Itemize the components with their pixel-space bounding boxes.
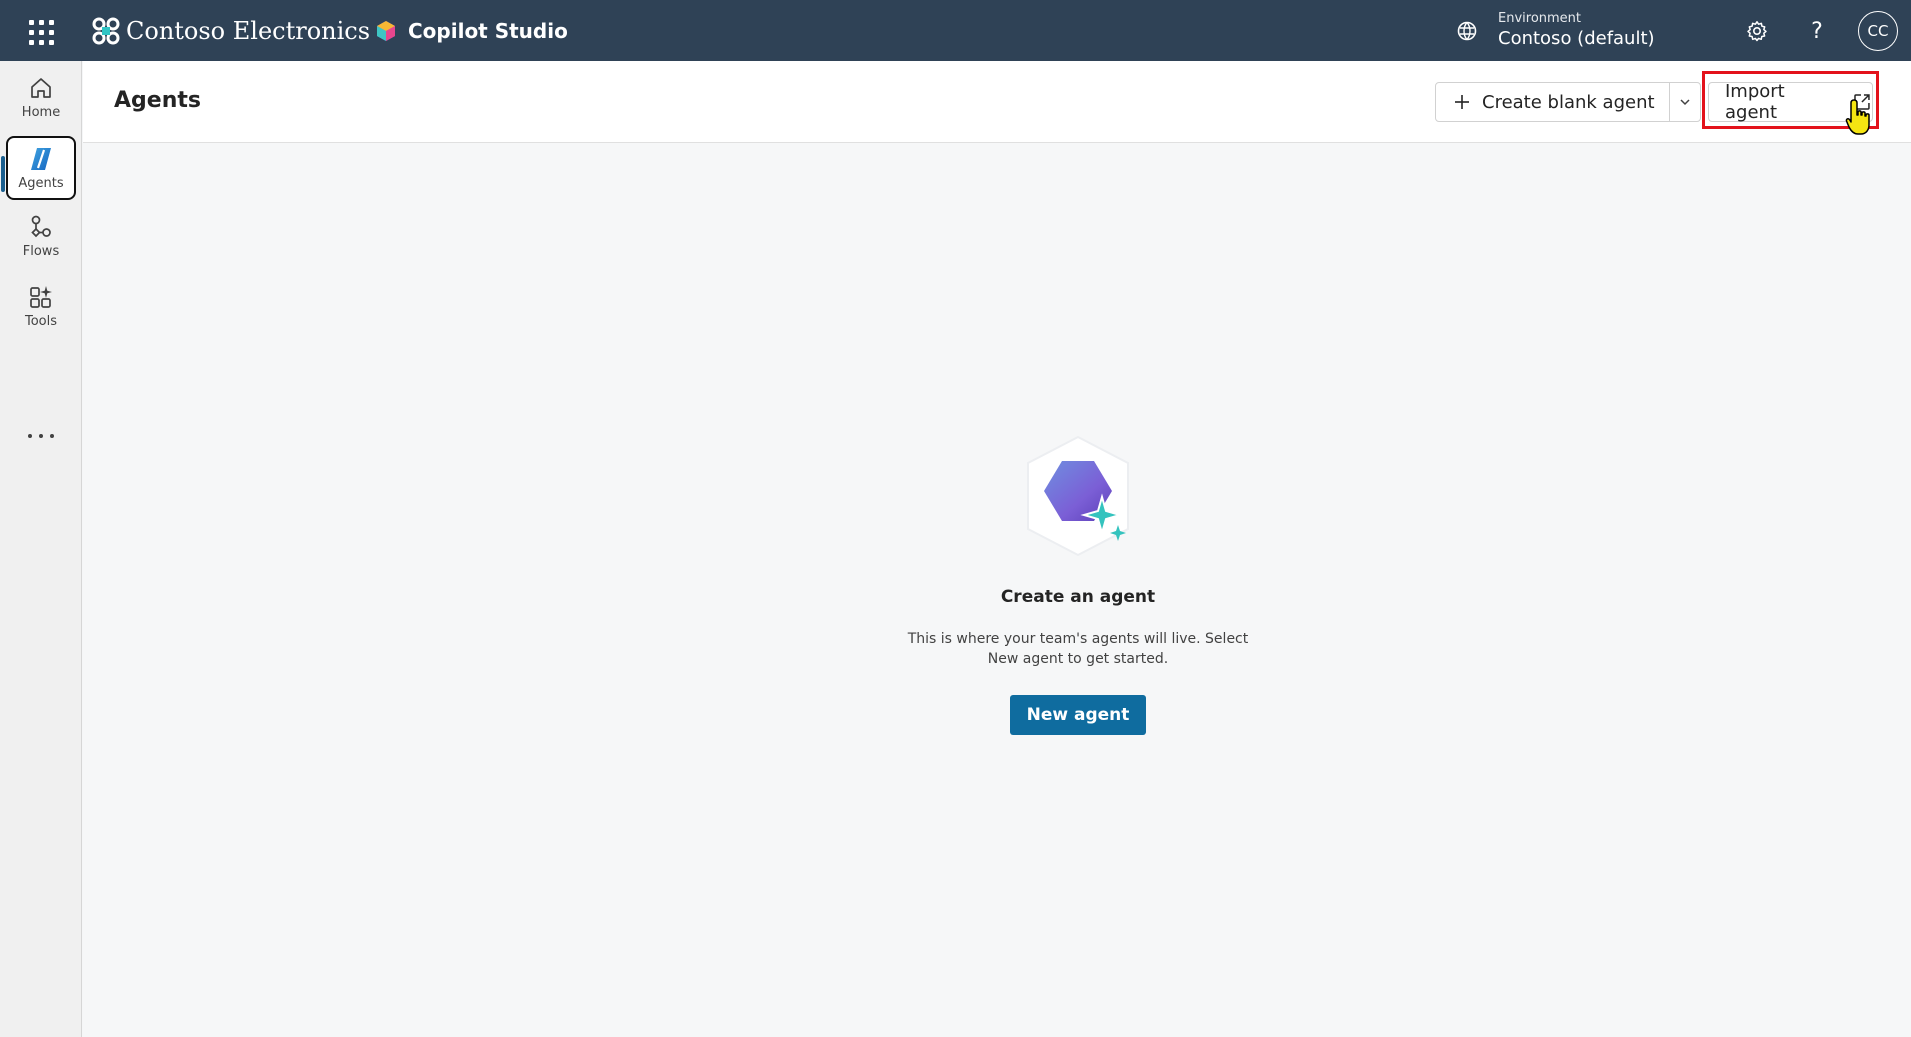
create-blank-agent-button[interactable]: Create blank agent [1436,83,1670,121]
avatar[interactable]: CC [1858,11,1898,51]
product-branding[interactable]: Copilot Studio [374,17,568,45]
left-nav-rail: Home Agents Flows Tools [0,61,82,1037]
help-icon[interactable]: ? [1802,16,1832,46]
contoso-logo-icon [92,17,120,45]
create-agent-dropdown-button[interactable] [1670,83,1700,121]
agents-icon [31,148,51,170]
environment-value: Contoso (default) [1498,28,1655,49]
rail-label-agents: Agents [18,176,64,191]
chevron-down-icon [1680,99,1690,106]
org-name: Contoso Electronics [126,17,371,45]
environment-icon [1457,21,1477,41]
empty-state: Create an agent This is where your team'… [813,433,1343,735]
rail-item-flows[interactable]: Flows [6,204,76,268]
rail-item-tools[interactable]: Tools [6,274,76,338]
gear-icon[interactable] [1742,16,1772,46]
page-title: Agents [114,88,201,113]
plus-icon [1455,95,1469,109]
waffle-icon[interactable] [24,15,56,47]
org-branding[interactable]: Contoso Electronics [90,14,370,48]
import-agent-label: Import agent [1725,81,1785,123]
copilot-studio-logo-icon [377,21,395,41]
empty-state-title: Create an agent [1000,587,1156,607]
copilot-agent-hero-icon [1027,435,1129,557]
top-bar: Contoso Electronics Copilot Studio Envir… [0,0,1911,61]
product-name: Copilot Studio [408,19,568,43]
rail-item-agents[interactable]: Agents [6,136,76,200]
new-agent-button[interactable]: New agent [1010,695,1146,735]
active-indicator [1,156,5,192]
environment-text: Environment Contoso (default) [1498,11,1655,51]
environment-label: Environment [1498,11,1582,26]
empty-state-description: This is where your team's agents will li… [907,631,1249,667]
page-header: Agents Create blank agent Import agent [83,61,1911,143]
environment-picker[interactable]: Environment Contoso (default) [1456,8,1655,54]
create-blank-agent-label: Create blank agent [1482,91,1655,113]
create-agent-split-button: Create blank agent [1435,82,1701,122]
home-icon [31,78,51,98]
mouse-cursor-icon [1845,99,1870,135]
rail-label-home: Home [21,105,61,120]
rail-label-tools: Tools [24,314,58,329]
rail-item-home[interactable]: Home [6,65,76,129]
rail-label-flows: Flows [22,244,60,259]
main-content: Create an agent This is where your team'… [83,143,1911,1037]
tools-icon [30,286,52,308]
more-icon[interactable] [28,429,54,443]
flows-icon [31,215,51,238]
